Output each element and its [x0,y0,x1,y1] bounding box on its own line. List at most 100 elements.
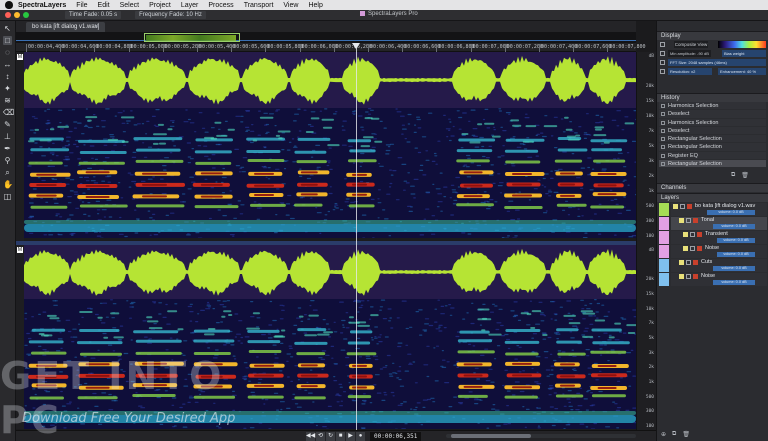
layer-volume-slider[interactable]: volume: 0.0 dB [717,238,755,243]
history-item[interactable]: Harmonics Selection [659,118,766,127]
waveform-right[interactable] [24,245,636,299]
history-item[interactable]: Deselect [659,126,766,136]
history-item[interactable]: Deselect [659,110,766,119]
layer-lock-icon[interactable] [686,260,691,265]
time-ruler[interactable]: 00:00:04,400 00:00:04,600 00:00:04,800 00:0… [16,43,646,52]
lasso-tool-icon[interactable]: ◌ [3,48,12,57]
spectrogram-left[interactable] [24,108,636,238]
layer-body[interactable]: Noise volume: 0.0 dB [671,245,767,258]
layer-record-icon[interactable] [693,218,698,223]
time-fade-field[interactable]: Time Fade: 0.05 s [65,11,122,19]
history-trash-icon[interactable]: 🗑 [741,172,749,181]
layer-visibility-icon[interactable] [673,204,678,209]
history-checkbox[interactable] [661,112,665,117]
layer-visibility-icon[interactable] [679,218,684,223]
frequency-select-tool-icon[interactable]: ↕ [3,72,12,81]
eraser-tool-icon[interactable]: ⌫ [3,108,14,117]
track1-mute-button[interactable]: M [17,54,23,60]
layer-visibility-icon[interactable] [683,232,688,237]
pointer-tool-icon[interactable]: ↖ [3,24,12,33]
history-item[interactable]: Rectangular Selection [659,143,766,152]
layer-record-icon[interactable] [697,232,702,237]
layer-visibility-icon[interactable] [683,246,688,251]
history-checkbox[interactable] [661,128,665,133]
menu-file[interactable]: File [76,2,87,9]
brush-tool-icon[interactable]: ✎ [3,120,12,129]
stop-button[interactable]: ■ [336,432,345,441]
close-icon[interactable]: ✕ [94,22,99,32]
delete-layer-icon[interactable]: 🗑 [682,431,690,438]
layer-row[interactable]: Tonal volume: 0.0 dB [659,217,767,230]
track2-mute-button[interactable]: M [17,247,23,253]
layer-record-icon[interactable] [697,246,702,251]
layer-lock-icon[interactable] [686,274,691,279]
close-window-button[interactable] [5,12,11,18]
menu-help[interactable]: Help [308,2,322,9]
loop-button[interactable]: ⟲ [316,432,325,441]
layer-volume-slider[interactable]: volume: 0.0 dB [713,280,755,285]
menu-layer[interactable]: Layer [181,2,199,9]
bias-slider[interactable]: Bias weight [722,50,766,57]
history-checkbox[interactable] [661,162,665,167]
layer-volume-slider[interactable]: volume: 0.0 dB [713,224,755,229]
new-layer-icon[interactable]: ⊕ [661,431,666,438]
layer-record-icon[interactable] [693,260,698,265]
overview-viewport[interactable] [144,33,240,42]
layer-record-icon[interactable] [693,274,698,279]
history-checkbox[interactable] [661,145,665,150]
layer-body[interactable]: Transient volume: 0.0 dB [671,231,767,244]
horizontal-scrollbar[interactable] [446,434,636,438]
time-select-tool-icon[interactable]: ↔ [3,60,12,69]
waveform-left[interactable] [24,52,636,108]
play-button[interactable]: ▶ [346,432,355,441]
layer-volume-slider[interactable]: volume: 0.0 dB [713,266,755,271]
layer-body[interactable]: Tonal volume: 0.0 dB [671,217,767,230]
layer-lock-icon[interactable] [690,232,695,237]
magic-wand-tool-icon[interactable]: ✦ [3,84,12,93]
record-button[interactable]: ● [356,432,365,441]
zoom-tool-icon[interactable]: ⌕ [3,168,12,177]
layer-lock-icon[interactable] [690,246,695,251]
layer-body[interactable]: Cuts volume: 0.0 dB [671,259,767,272]
spectrogram-right[interactable] [24,299,636,429]
menu-project[interactable]: Project [149,2,171,9]
min-amplitude-field[interactable]: Min amplitude: -90 dB [668,50,711,57]
menu-transport[interactable]: Transport [244,2,274,9]
fft-size-slider[interactable]: FFT Size: 2048 samples (46ms) [668,59,766,66]
layer-volume-slider[interactable]: volume: 0.0 dB [707,210,755,215]
layer-row[interactable]: Noise volume: 0.0 dB [659,245,767,258]
view-mode-select[interactable]: Composite View [674,41,708,48]
channel-left[interactable] [24,52,636,244]
layer-row[interactable]: Cuts volume: 0.0 dB [659,259,767,272]
menu-view[interactable]: View [283,2,298,9]
layer-visibility-icon[interactable] [679,260,684,265]
enhancement-slider[interactable]: Enhancement: 40 % [718,68,766,75]
rewind-button[interactable]: ◀◀ [306,432,315,441]
frequency-fade-field[interactable]: Frequency Fade: 10 Hz [135,11,206,19]
dropper-tool-icon[interactable]: ⚲ [3,156,12,165]
layer-volume-slider[interactable]: volume: 0.0 dB [717,252,755,257]
layer-body[interactable]: bo kata [ift dialog v1.wav volume: 0.0 dB [671,203,767,216]
history-checkbox[interactable] [661,104,665,108]
menu-edit[interactable]: Edit [98,2,110,9]
channel-right[interactable] [24,245,636,429]
apple-icon[interactable] [5,1,13,9]
history-item[interactable]: Register EQ [659,151,766,161]
history-item[interactable]: Harmonics Selection [659,102,766,111]
harmonics-tool-icon[interactable]: ≋ [3,96,12,105]
history-item[interactable]: Rectangular Selection [659,160,766,169]
layer-record-icon[interactable] [687,204,692,209]
duplicate-layer-icon[interactable]: ⧉ [672,431,676,438]
playhead-line[interactable] [356,43,357,430]
playhead-marker[interactable] [352,43,360,49]
stamp-tool-icon[interactable]: ⊥ [3,132,12,141]
layer-lock-icon[interactable] [686,218,691,223]
layer-visibility-icon[interactable] [679,274,684,279]
history-checkbox[interactable] [661,153,665,158]
resolution-slider[interactable]: Resolution: x2 [668,68,712,75]
layer-row[interactable]: bo kata [ift dialog v1.wav volume: 0.0 dB [659,203,767,216]
menu-app[interactable]: SpectraLayers [18,2,66,9]
history-snapshot-icon[interactable]: ⧉ [731,172,735,181]
layer-row[interactable]: Transient volume: 0.0 dB [659,231,767,244]
color-gradient-selector[interactable] [718,41,766,48]
